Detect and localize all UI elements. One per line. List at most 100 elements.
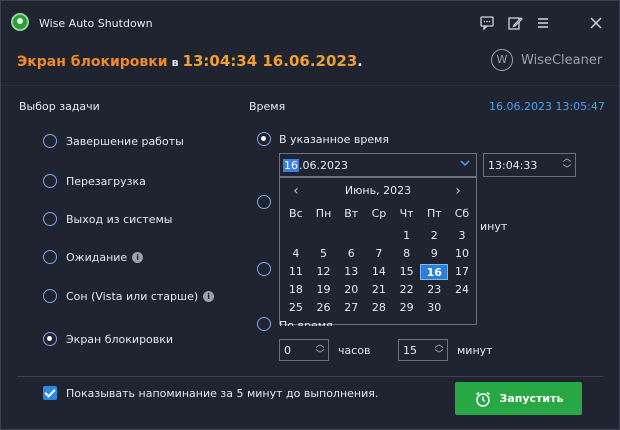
idle-time-label[interactable]: По время простоя (279, 319, 379, 326)
calendar-day[interactable]: 22 (393, 282, 421, 298)
calendar-month-label[interactable]: Июнь, 2023 (280, 182, 476, 200)
idle-minutes-value[interactable]: 15 (403, 344, 417, 357)
calendar-day[interactable]: 3 (448, 228, 476, 244)
weekday-label: Чт (399, 207, 414, 220)
calendar-day[interactable]: 12 (310, 264, 338, 280)
radio-sleep[interactable] (43, 289, 57, 303)
close-button[interactable] (586, 13, 606, 33)
reminder-label[interactable]: Показывать напоминание за 5 минут до вып… (66, 387, 378, 400)
calendar-day[interactable]: 15 (393, 264, 421, 280)
task-sleep-label[interactable]: Сон (Vista или старше) i (66, 290, 215, 303)
date-value[interactable]: 16.06.2023 (283, 159, 348, 172)
calendar-day[interactable]: 18 (282, 282, 310, 298)
radio-specified-time[interactable] (257, 132, 271, 146)
radio-shutdown[interactable] (43, 134, 57, 148)
spin-down-icon[interactable]: ﹀ (431, 350, 447, 360)
calendar-day[interactable]: 16 (420, 264, 449, 280)
date-picker-field[interactable]: 16.06.2023 (279, 153, 477, 177)
calendar-day[interactable]: 30 (420, 300, 448, 316)
alarm-clock-icon (475, 391, 490, 407)
wisecleaner-logo-icon: W (491, 49, 513, 71)
calendar-day[interactable]: 20 (337, 282, 365, 298)
calendar-day[interactable]: 28 (365, 300, 393, 316)
weekday-label: Вт (344, 207, 359, 220)
spin-down-icon[interactable]: ﹀ (312, 350, 328, 360)
info-icon[interactable]: i (132, 252, 144, 263)
title-bar[interactable]: Wise Auto Shutdown (1, 1, 619, 41)
time-stepper-field[interactable]: 13:04:33 ︿ ﹀ (483, 153, 576, 177)
calendar-week-row: 25 26 27 28 29 30 (282, 300, 476, 316)
task-sleep-text: Сон (Vista или старше) (66, 290, 199, 303)
calendar-day[interactable]: 14 (365, 264, 393, 280)
close-icon (590, 17, 602, 29)
calendar-day[interactable]: 21 (365, 282, 393, 298)
task-lock-screen-label[interactable]: Экран блокировки (66, 333, 173, 346)
radio-lock-screen[interactable] (43, 332, 57, 346)
spin-up-icon[interactable]: ︿ (312, 340, 328, 350)
radio-idle-time[interactable] (257, 317, 271, 331)
calendar-day[interactable]: 10 (448, 246, 476, 262)
idle-hours-stepper[interactable]: 0 ︿ ﹀ (279, 339, 329, 361)
current-datetime: 16.06.2023 13:05:47 (489, 100, 605, 113)
radio-logoff[interactable] (43, 212, 57, 226)
spin-up-icon[interactable]: ︿ (559, 154, 575, 165)
menu-button[interactable] (533, 13, 553, 33)
spin-down-icon[interactable]: ﹀ (559, 165, 575, 176)
calendar-day[interactable]: 7 (365, 246, 393, 262)
info-icon[interactable]: i (203, 291, 215, 302)
radio-standby[interactable] (43, 250, 57, 264)
brand-name: WiseCleaner (521, 52, 603, 68)
calendar-day[interactable]: 17 (448, 264, 476, 280)
start-button[interactable]: Запустить (455, 382, 582, 415)
calendar-day[interactable]: 24 (448, 282, 476, 298)
time-spinner[interactable]: ︿ ﹀ (559, 154, 575, 176)
task-logoff-label[interactable]: Выход из системы (66, 213, 172, 226)
app-window: Wise Auto Shutdown Экран блокировки в 13:0… (0, 0, 620, 430)
scheduled-task-name: Экран блокировки (17, 54, 168, 70)
time-section-label: Время (249, 100, 286, 113)
feedback-button[interactable] (477, 13, 497, 33)
calendar-day[interactable]: 4 (282, 246, 310, 262)
edit-button[interactable] (505, 13, 525, 33)
calendar-day[interactable]: 29 (393, 300, 421, 316)
calendar-empty-cell (448, 300, 476, 316)
idle-minutes-stepper[interactable]: 15 ︿ ﹀ (398, 339, 448, 361)
calendar-day[interactable]: 9 (420, 246, 448, 262)
task-restart-label[interactable]: Перезагрузка (66, 175, 146, 188)
radio-countdown[interactable] (257, 195, 271, 209)
calendar-day[interactable]: 19 (310, 282, 338, 298)
weekday-label: Сб (454, 207, 470, 220)
calendar-day[interactable]: 8 (393, 246, 421, 262)
spin-up-icon[interactable]: ︿ (431, 340, 447, 350)
calendar-day[interactable]: 27 (337, 300, 365, 316)
calendar-day[interactable]: 25 (282, 300, 310, 316)
chevron-down-icon[interactable] (460, 158, 470, 168)
calendar-day[interactable]: 11 (282, 264, 310, 280)
task-shutdown-label[interactable]: Завершение работы (66, 135, 184, 148)
time-value[interactable]: 13:04:33 (488, 159, 537, 172)
brand[interactable]: W WiseCleaner (491, 49, 602, 71)
radio-daily[interactable] (257, 262, 271, 276)
next-month-button[interactable]: › (450, 182, 466, 200)
reminder-checkbox[interactable] (43, 386, 57, 400)
calendar-day[interactable]: 13 (337, 264, 365, 280)
calendar-day[interactable]: 26 (310, 300, 338, 316)
calendar-day[interactable]: 6 (337, 246, 365, 262)
radio-restart[interactable] (43, 174, 57, 188)
calendar-day[interactable]: 5 (310, 246, 338, 262)
chat-icon (480, 16, 494, 31)
hours-spinner[interactable]: ︿ ﹀ (312, 340, 328, 360)
task-standby-label[interactable]: Ожидание i (66, 251, 144, 264)
calendar-weeks: 1 2 3 4 5 6 7 8 9 10 11 12 13 14 15 16 17 18 19 20 21 22 23 24 2… (282, 228, 476, 316)
specified-time-label[interactable]: В указанное время (279, 133, 389, 146)
idle-hours-value[interactable]: 0 (284, 344, 291, 357)
minutes-spinner[interactable]: ︿ ﹀ (431, 340, 447, 360)
task-section-label: Выбор задачи (19, 100, 100, 113)
header-dot: . (357, 54, 363, 70)
calendar-week-row: 18 19 20 21 22 23 24 (282, 282, 476, 298)
calendar-dropdown: ‹ Июнь, 2023 › Вс Пн Вт Ср Чт Пт Сб 1234… (279, 177, 477, 325)
app-logo-icon (11, 13, 29, 31)
calendar-day[interactable]: 1 (393, 228, 421, 244)
calendar-day[interactable]: 2 (420, 228, 448, 244)
calendar-day[interactable]: 23 (420, 282, 448, 298)
